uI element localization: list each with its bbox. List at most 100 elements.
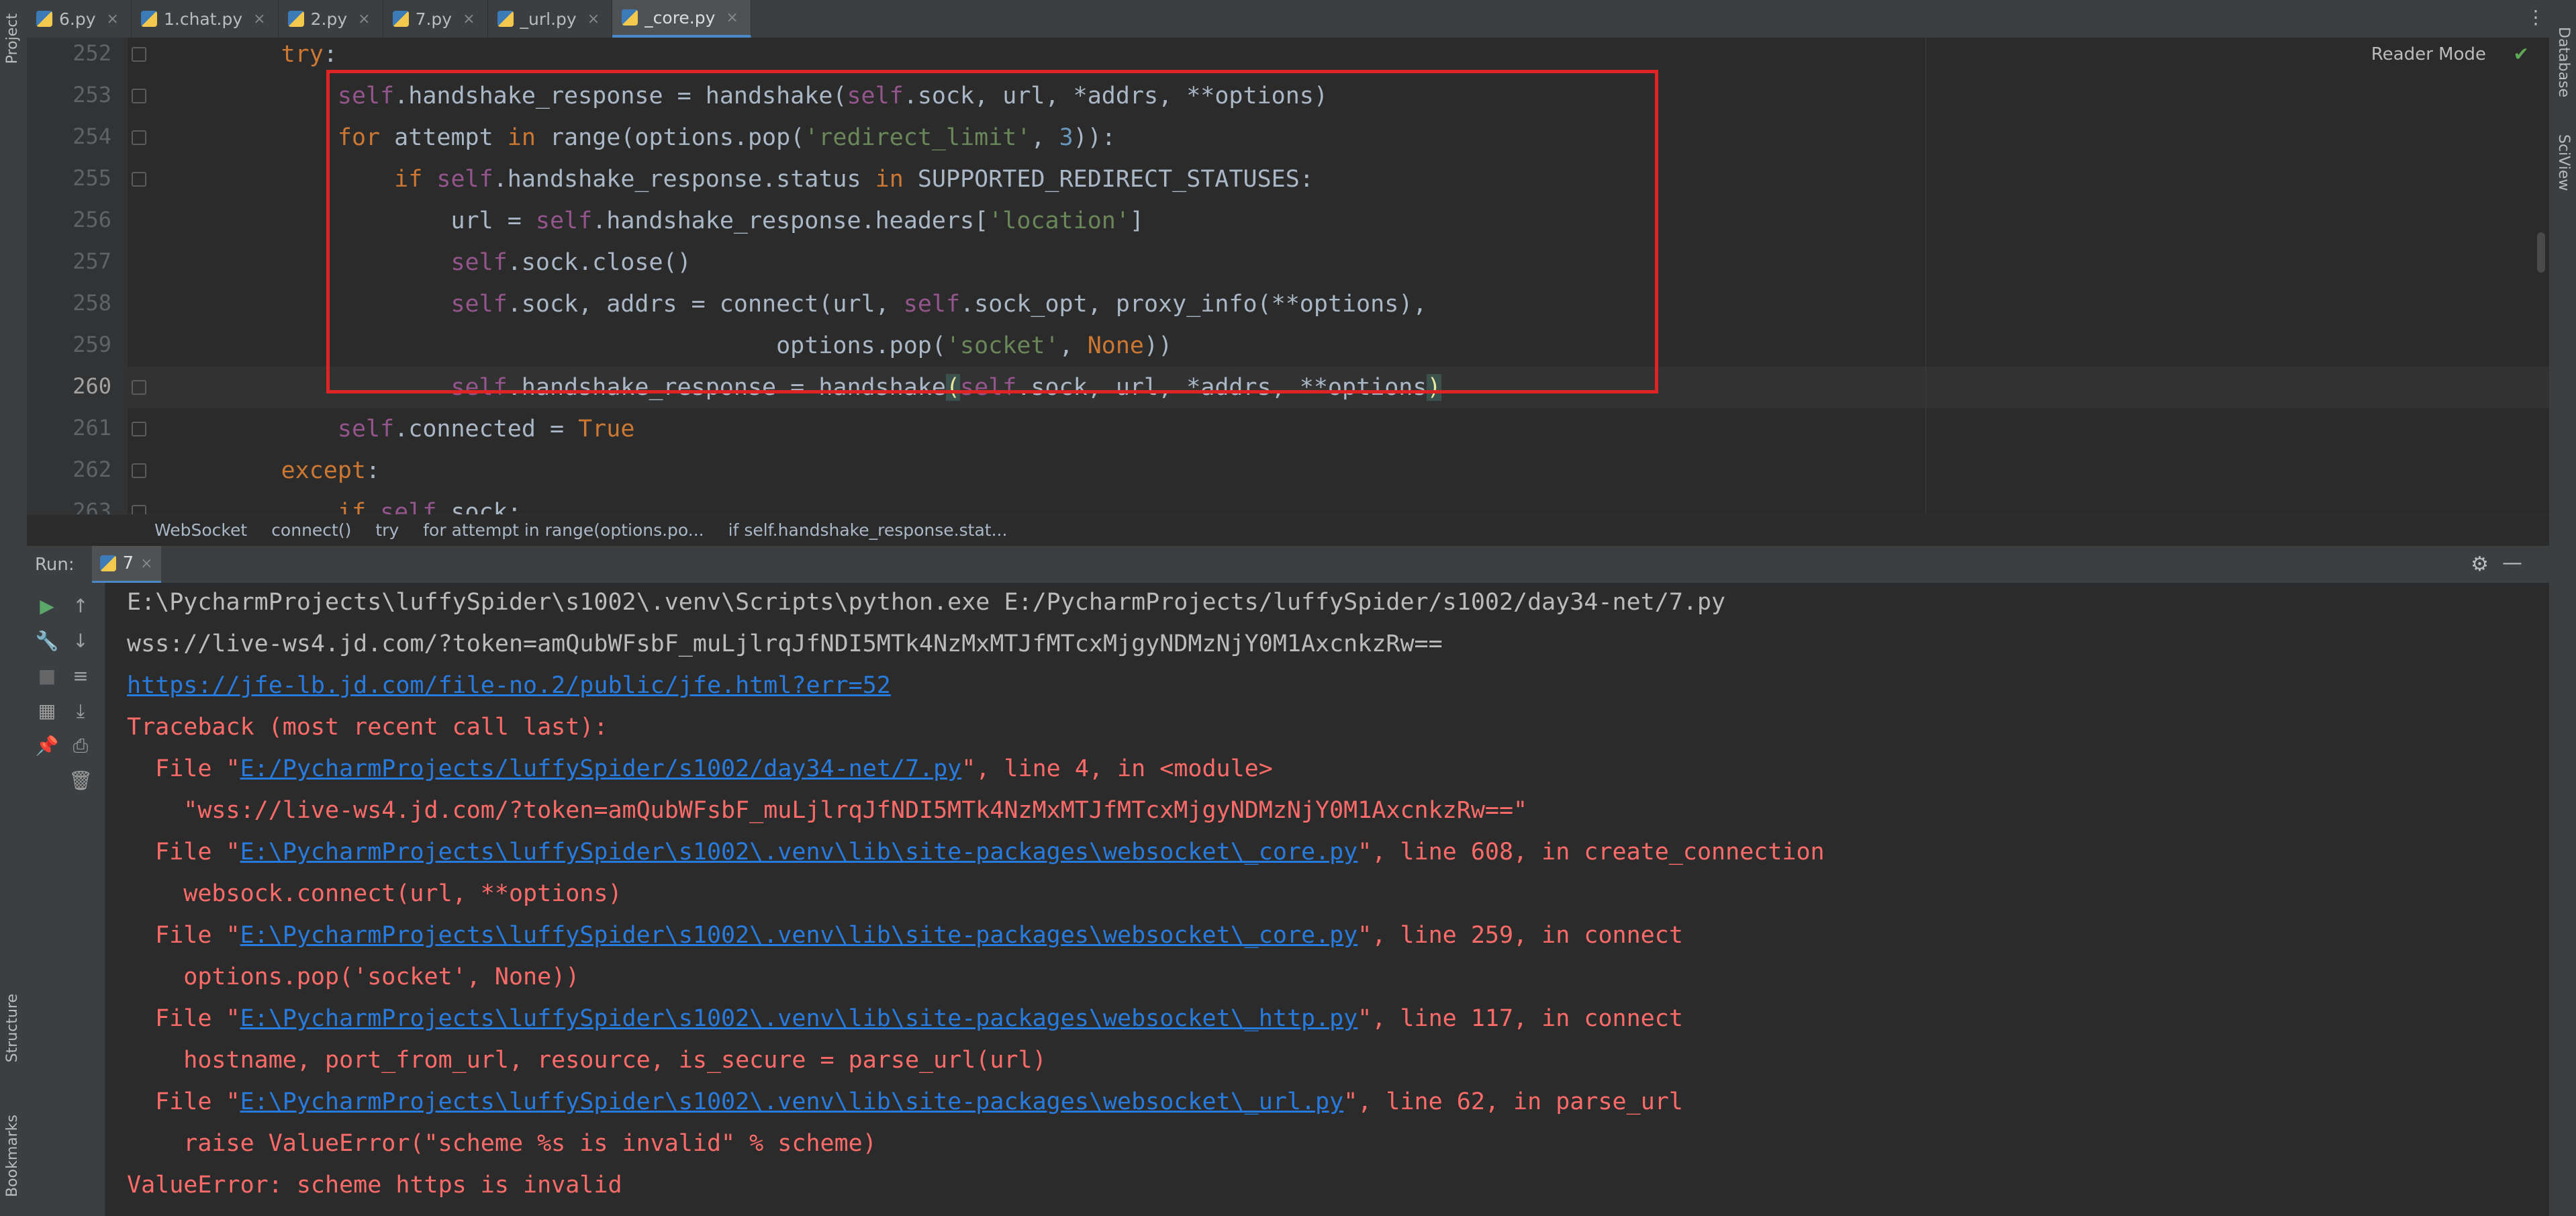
- close-icon[interactable]: ×: [140, 555, 152, 572]
- soft-wrap-icon[interactable]: ≡: [67, 665, 94, 687]
- console-line: File "E:\PycharmProjects\luffySpider\s10…: [127, 998, 1683, 1039]
- fold-marker-icon[interactable]: [132, 172, 146, 187]
- console-text: ", line 62, in parse_url: [1343, 1088, 1683, 1115]
- console-link[interactable]: E:\PycharmProjects\luffySpider\s1002\.ve…: [240, 839, 1358, 866]
- code-line: url = self.handshake_response.headers['l…: [168, 200, 1144, 242]
- editor-tab[interactable]: 6.py ×: [27, 0, 132, 38]
- trash-icon[interactable]: 🗑: [67, 769, 94, 792]
- python-file-icon: [36, 11, 52, 27]
- editor-tab[interactable]: 1.chat.py ×: [132, 0, 279, 38]
- fold-marker-icon[interactable]: [132, 380, 146, 395]
- run-console-output[interactable]: E:\PycharmProjects\luffySpider\s1002\.ve…: [105, 583, 2549, 1216]
- breadcrumb-item[interactable]: for attempt in range(options.po...: [423, 520, 704, 540]
- fold-marker-icon[interactable]: [132, 505, 146, 514]
- print-icon[interactable]: ⎙: [67, 735, 94, 757]
- console-line: File "E:/PycharmProjects/luffySpider/s10…: [127, 748, 1273, 790]
- console-line: File "E:\PycharmProjects\luffySpider\s10…: [127, 1081, 1683, 1123]
- project-tool-button[interactable]: Project: [4, 13, 21, 64]
- python-file-icon: [140, 11, 157, 27]
- editor-tab[interactable]: 2.py ×: [279, 0, 383, 38]
- code-line: self.connected = True: [168, 408, 635, 450]
- line-number: 257: [73, 248, 111, 274]
- console-link[interactable]: E:\PycharmProjects\luffySpider\s1002\.ve…: [240, 1088, 1344, 1115]
- code-token: 'socket': [945, 332, 1059, 359]
- structure-tool-button[interactable]: Structure: [4, 994, 21, 1062]
- close-icon[interactable]: ×: [463, 11, 475, 28]
- database-tool-button[interactable]: Database: [2555, 27, 2572, 97]
- code-token: in: [507, 124, 536, 151]
- code-line: options.pop('socket', None)): [168, 325, 1172, 367]
- play-icon[interactable]: ▶: [34, 595, 60, 617]
- code-line: for attempt in range(options.pop('redire…: [168, 117, 1116, 158]
- bookmarks-tool-label: Bookmarks: [4, 1115, 21, 1197]
- gear-icon[interactable]: ⚙: [2471, 553, 2489, 576]
- console-scrollbar[interactable]: [2537, 583, 2545, 1216]
- close-icon[interactable]: ×: [107, 11, 119, 28]
- fold-marker-icon[interactable]: [132, 463, 146, 478]
- pin-icon[interactable]: 📌: [34, 735, 60, 757]
- code-editor[interactable]: 252 253 254 255 256 257 258 259 260 261 262 263 try…: [27, 38, 2549, 514]
- line-number: 259: [73, 332, 111, 357]
- code-token: )):: [1073, 124, 1116, 151]
- code-token: self: [450, 249, 508, 276]
- editor-tab[interactable]: _url.py ×: [488, 0, 613, 38]
- code-token: try: [281, 41, 324, 68]
- python-file-icon: [99, 555, 116, 571]
- line-number: 256: [73, 207, 111, 232]
- close-icon[interactable]: ×: [253, 11, 265, 28]
- console-link[interactable]: E:\PycharmProjects\luffySpider\s1002\.ve…: [240, 922, 1358, 949]
- breadcrumb-item[interactable]: try: [375, 520, 399, 540]
- editor-scrollbar[interactable]: [2537, 232, 2545, 273]
- code-token: None: [1087, 332, 1144, 359]
- fold-marker-icon[interactable]: [132, 47, 146, 62]
- check-icon[interactable]: ✔: [2514, 43, 2529, 65]
- breadcrumb-item[interactable]: connect(): [271, 520, 351, 540]
- code-token: .handshake_response.status: [493, 166, 875, 193]
- run-tab[interactable]: 7 ×: [91, 546, 161, 583]
- code-token: ,: [1031, 124, 1059, 151]
- arrow-up-icon[interactable]: ↑: [67, 595, 94, 617]
- stop-icon[interactable]: ■: [34, 665, 60, 687]
- code-token: 'location': [988, 207, 1130, 234]
- code-token: except: [281, 457, 367, 484]
- code-token: self: [960, 374, 1017, 401]
- close-icon[interactable]: ×: [587, 11, 600, 28]
- breadcrumb-item[interactable]: if self.handshake_response.stat...: [728, 520, 1008, 540]
- line-number: 252: [73, 40, 111, 66]
- code-token: .handshake_response = handshake(: [394, 83, 847, 109]
- bookmarks-tool-button[interactable]: Bookmarks: [4, 1115, 21, 1197]
- console-link[interactable]: E:\PycharmProjects\luffySpider\s1002\.ve…: [240, 1005, 1358, 1032]
- code-token: self: [337, 83, 395, 109]
- console-link[interactable]: https://jfe-lb.jd.com/file-no.2/public/j…: [127, 672, 891, 699]
- close-icon[interactable]: ×: [726, 9, 738, 26]
- editor-tab-label: 6.py: [59, 9, 96, 29]
- fold-marker-icon[interactable]: [132, 422, 146, 436]
- layout-icon[interactable]: ▦: [34, 700, 60, 722]
- breadcrumb-item[interactable]: WebSocket: [154, 520, 247, 540]
- console-text: hostname, port_from_url, resource, is_se…: [127, 1047, 1047, 1074]
- run-toolbar: ▶ ↑ 🔧 ↓ ■ ≡ ▦ ⤓ 📌 ⎙ 🗑: [27, 583, 105, 1216]
- code-line: if self.sock:: [168, 492, 522, 514]
- minimize-icon[interactable]: —: [2502, 551, 2522, 575]
- python-file-icon: [622, 9, 638, 26]
- arrow-down-icon[interactable]: ↓: [67, 630, 94, 652]
- fold-marker-icon[interactable]: [132, 130, 146, 145]
- python-file-icon: [497, 11, 514, 27]
- editor-tab[interactable]: 7.py ×: [383, 0, 488, 38]
- console-link[interactable]: E:/PycharmProjects/luffySpider/s1002/day…: [240, 755, 962, 782]
- sciview-tool-button[interactable]: SciView: [2555, 134, 2572, 191]
- reader-mode-button[interactable]: Reader Mode: [2371, 44, 2486, 64]
- code-token: .sock.close(): [507, 249, 691, 276]
- scroll-to-end-icon[interactable]: ⤓: [67, 700, 94, 722]
- wrench-icon[interactable]: 🔧: [34, 630, 60, 652]
- close-icon[interactable]: ×: [358, 11, 370, 28]
- line-number: 262: [73, 457, 111, 482]
- fold-marker-icon[interactable]: [132, 89, 146, 103]
- console-line: File "E:\PycharmProjects\luffySpider\s10…: [127, 915, 1683, 956]
- console-line: wss://live-ws4.jd.com/?token=amQubWFsbF_…: [127, 623, 1443, 665]
- code-line: self.sock, addrs = connect(url, self.soc…: [168, 283, 1427, 325]
- more-vertical-icon[interactable]: ⋮: [2522, 0, 2549, 38]
- editor-tab[interactable]: _core.py ×: [612, 0, 751, 38]
- console-line: hostname, port_from_url, resource, is_se…: [127, 1039, 1047, 1081]
